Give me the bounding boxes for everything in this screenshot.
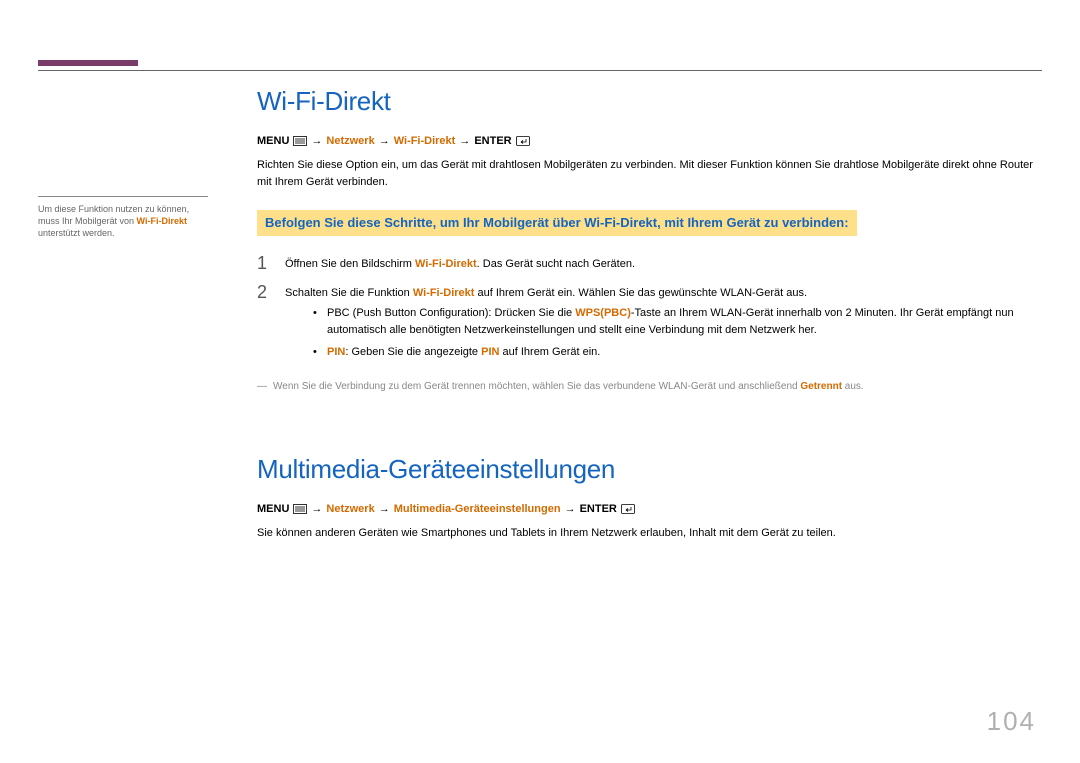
step1-hl: Wi-Fi-Direkt <box>415 258 477 270</box>
sidebar-note-post: unterstützt werden. <box>38 228 115 238</box>
steps-list: 1 Öffnen Sie den Bildschirm Wi-Fi-Direkt… <box>257 256 1042 367</box>
b2-post: auf Ihrem Gerät ein. <box>499 346 600 358</box>
page-container: Um diese Funktion nutzen zu können, muss… <box>0 0 1080 763</box>
nav-path-1: MENU → Netzwerk → Wi-Fi-Direkt → ENTER <box>257 135 1042 147</box>
step2-pre: Schalten Sie die Funktion <box>285 287 413 299</box>
sub-bullet-list: • PBC (Push Button Configuration): Drück… <box>313 305 1042 361</box>
b1-hl: WPS(PBC) <box>575 307 631 319</box>
nav-netzwerk: Netzwerk <box>326 135 374 147</box>
nav-menu-label: MENU <box>257 503 289 515</box>
b2-hl1: PIN <box>327 346 345 358</box>
bullet-text: PBC (Push Button Configuration): Drücken… <box>327 305 1042 338</box>
b2-hl2: PIN <box>481 346 499 358</box>
step-body: Schalten Sie die Funktion Wi-Fi-Direkt a… <box>285 285 1042 367</box>
step1-pre: Öffnen Sie den Bildschirm <box>285 258 415 270</box>
section2-intro: Sie können anderen Geräten wie Smartphon… <box>257 525 1042 542</box>
nav-path-2: MENU → Netzwerk → Multimedia-Geräteeinst… <box>257 503 1042 515</box>
bullet-pbc: • PBC (Push Button Configuration): Drück… <box>313 305 1042 338</box>
step-2: 2 Schalten Sie die Funktion Wi-Fi-Direkt… <box>257 285 1042 367</box>
menu-icon <box>293 136 307 146</box>
note-pre: Wenn Sie die Verbindung zu dem Gerät tre… <box>273 381 800 392</box>
instruction-band: Befolgen Sie diese Schritte, um Ihr Mobi… <box>257 210 857 236</box>
nav-arrow: → <box>379 503 390 515</box>
nav-multimedia: Multimedia-Geräteeinstellungen <box>394 503 561 515</box>
nav-arrow: → <box>565 503 576 515</box>
b1-pre: PBC (Push Button Configuration): Drücken… <box>327 307 575 319</box>
main-content: Wi-Fi-Direkt MENU → Netzwerk → Wi-Fi-Dir… <box>257 86 1042 541</box>
sidebar-note: Um diese Funktion nutzen zu können, muss… <box>38 196 208 239</box>
sidebar-divider <box>38 196 208 197</box>
section1-title: Wi-Fi-Direkt <box>257 86 1042 117</box>
step-1: 1 Öffnen Sie den Bildschirm Wi-Fi-Direkt… <box>257 256 1042 273</box>
disconnect-note: ― Wenn Sie die Verbindung zu dem Gerät t… <box>257 379 1042 394</box>
page-number: 104 <box>987 706 1036 737</box>
enter-icon <box>621 504 635 514</box>
sidebar-note-highlight: Wi-Fi-Direkt <box>137 216 187 226</box>
section2-title: Multimedia-Geräteeinstellungen <box>257 454 1042 485</box>
nav-enter-label: ENTER <box>474 135 511 147</box>
step-number: 2 <box>257 283 271 301</box>
header-color-bar <box>38 60 138 66</box>
nav-wifi-direkt: Wi-Fi-Direkt <box>394 135 456 147</box>
note-text: Wenn Sie die Verbindung zu dem Gerät tre… <box>273 379 864 394</box>
nav-arrow: → <box>311 503 322 515</box>
nav-enter-label: ENTER <box>580 503 617 515</box>
bullet-pin: • PIN: Geben Sie die angezeigte PIN auf … <box>313 344 1042 361</box>
step1-post: . Das Gerät sucht nach Geräten. <box>477 258 635 270</box>
enter-icon <box>516 136 530 146</box>
section-2: Multimedia-Geräteeinstellungen MENU → Ne… <box>257 454 1042 542</box>
step-number: 1 <box>257 254 271 272</box>
note-post: aus. <box>842 381 864 392</box>
bullet-text: PIN: Geben Sie die angezeigte PIN auf Ih… <box>327 344 600 361</box>
menu-icon <box>293 504 307 514</box>
note-hl: Getrennt <box>800 381 842 392</box>
note-dash: ― <box>257 379 267 394</box>
nav-arrow: → <box>459 135 470 147</box>
header-rule <box>38 70 1042 71</box>
nav-netzwerk: Netzwerk <box>326 503 374 515</box>
step2-post: auf Ihrem Gerät ein. Wählen Sie das gewü… <box>474 287 807 299</box>
instruction-band-text: Befolgen Sie diese Schritte, um Ihr Mobi… <box>265 215 849 230</box>
nav-arrow: → <box>379 135 390 147</box>
b2-mid: : Geben Sie die angezeigte <box>345 346 481 358</box>
nav-menu-label: MENU <box>257 135 289 147</box>
bullet-dot: • <box>313 305 319 338</box>
step-body: Öffnen Sie den Bildschirm Wi-Fi-Direkt. … <box>285 256 1042 273</box>
step2-hl: Wi-Fi-Direkt <box>413 287 475 299</box>
nav-arrow: → <box>311 135 322 147</box>
bullet-dot: • <box>313 344 319 361</box>
section1-intro: Richten Sie diese Option ein, um das Ger… <box>257 157 1042 190</box>
